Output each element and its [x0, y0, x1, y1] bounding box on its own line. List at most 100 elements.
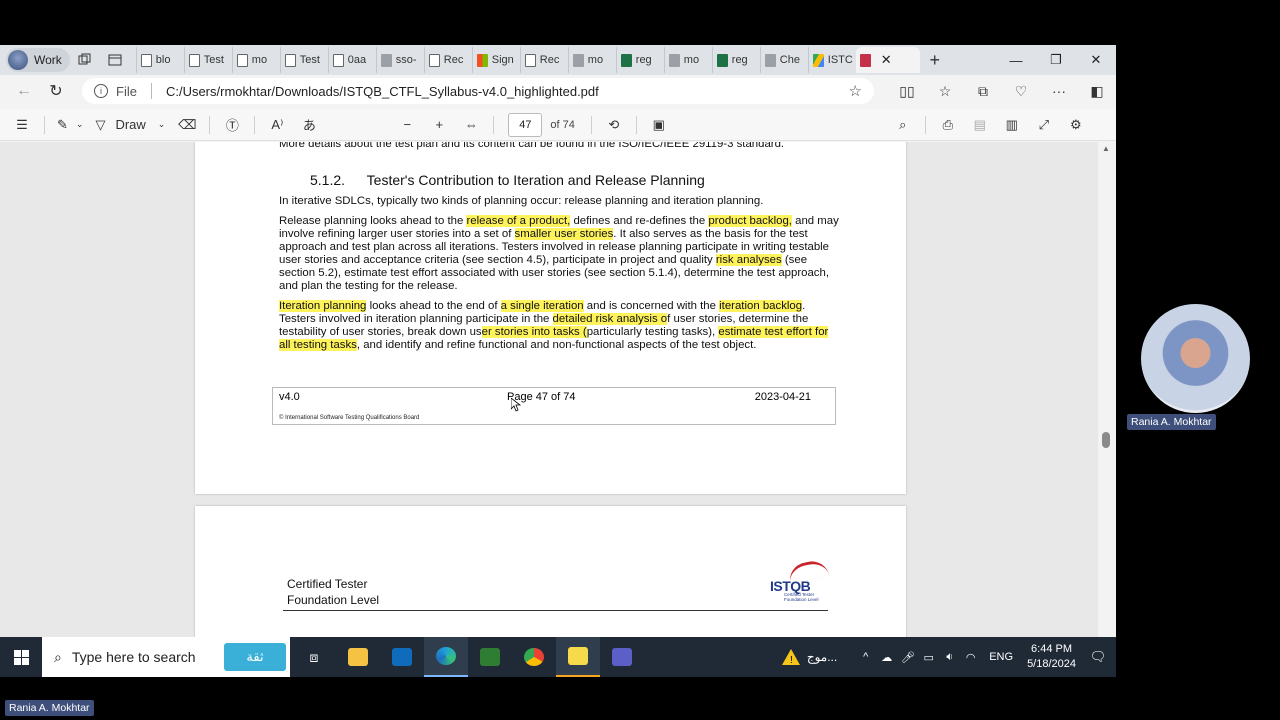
- page-number-input[interactable]: 47: [508, 112, 543, 137]
- tab-item[interactable]: blo: [135, 47, 184, 73]
- info-icon[interactable]: i: [94, 84, 108, 98]
- close-tab-icon[interactable]: ✕: [881, 52, 892, 68]
- save-icon[interactable]: ▤: [964, 111, 996, 139]
- back-arrow-icon[interactable]: ←: [8, 77, 40, 105]
- tab-item[interactable]: ISTC: [807, 47, 856, 73]
- url-text[interactable]: C:/Users/rmokhtar/Downloads/ISTQB_CTFL_S…: [166, 84, 599, 99]
- tab-item[interactable]: Rec: [519, 47, 568, 73]
- tab-favicon-icon: [716, 53, 728, 67]
- collections-icon[interactable]: ⧉: [964, 77, 1002, 105]
- battery-icon[interactable]: ▭: [918, 651, 939, 664]
- volume-icon[interactable]: 🔉︎: [939, 651, 960, 664]
- tab-item[interactable]: reg: [615, 47, 664, 73]
- edge-icon[interactable]: [424, 637, 468, 677]
- address-field[interactable]: i File C:/Users/rmokhtar/Downloads/ISTQB…: [82, 78, 874, 104]
- windows-logo-icon: [13, 649, 29, 665]
- workspaces-icon[interactable]: [70, 48, 100, 72]
- tab-active-pdf[interactable]: ✕: [855, 47, 920, 73]
- tab-favicon-icon: [236, 53, 248, 67]
- restore-button[interactable]: ❐: [1036, 45, 1076, 75]
- page-view-icon[interactable]: ▣: [643, 111, 675, 139]
- sidebar-toggle-icon[interactable]: ◧: [1078, 77, 1116, 105]
- refresh-icon[interactable]: ↻: [40, 77, 72, 105]
- search-icon[interactable]: ⌕: [887, 111, 919, 139]
- microphone-icon[interactable]: 🎤︎: [897, 651, 918, 664]
- tab-item[interactable]: mo: [231, 47, 280, 73]
- tab-item[interactable]: sso-: [375, 47, 424, 73]
- tab-favicon-icon: [332, 53, 344, 67]
- tab-title: 0aa: [347, 54, 367, 66]
- favorites-icon[interactable]: ☆: [926, 77, 964, 105]
- highlight-icon[interactable]: ✎ ⌄: [51, 111, 89, 139]
- weather-warning-icon[interactable]: !: [781, 648, 801, 666]
- rotate-icon[interactable]: ⟲: [598, 111, 630, 139]
- browser-essentials-icon[interactable]: ♡: [1002, 77, 1040, 105]
- chrome-icon[interactable]: [512, 637, 556, 677]
- search-highlight-badge[interactable]: ثقة: [224, 643, 286, 671]
- file-explorer-icon[interactable]: [336, 637, 380, 677]
- new-tab-button[interactable]: +: [920, 50, 950, 71]
- draw-button[interactable]: ▽ Draw ⌄: [89, 111, 171, 139]
- tab-item[interactable]: Che: [759, 47, 808, 73]
- notifications-icon[interactable]: 🗨︎: [1086, 649, 1110, 665]
- teams-icon[interactable]: [600, 637, 644, 677]
- tab-item[interactable]: mo: [567, 47, 616, 73]
- mouse-cursor-icon: [511, 398, 521, 412]
- tab-item[interactable]: 0aa: [327, 47, 376, 73]
- print-icon[interactable]: ⎙: [932, 111, 964, 139]
- read-aloud-icon[interactable]: A⁾: [261, 111, 293, 139]
- highlight: a single iteration: [500, 300, 584, 312]
- browser-actions: ▯▯ ☆ ⧉ ♡ ··· ◧: [888, 77, 1116, 105]
- outlook-icon[interactable]: [380, 637, 424, 677]
- scrollbar-thumb[interactable]: [1102, 432, 1110, 448]
- screen: Work blo Test mo Test 0aa sso- Rec Sign Rec mo reg…: [0, 0, 1280, 720]
- pdf-viewport[interactable]: More details about the test plan and its…: [0, 142, 1098, 677]
- toolbar-divider: [493, 115, 495, 134]
- tab-item[interactable]: Test: [279, 47, 328, 73]
- fit-to-page-icon[interactable]: ⇔: [455, 111, 487, 139]
- zoom-in-button[interactable]: +: [423, 111, 455, 139]
- settings-gear-icon[interactable]: ⚙: [1060, 111, 1092, 139]
- more-menu-icon[interactable]: ···: [1040, 77, 1078, 105]
- header-line-1: Certified Tester: [287, 577, 368, 591]
- snipping-tool-icon[interactable]: [468, 637, 512, 677]
- zoom-out-button[interactable]: −: [391, 111, 423, 139]
- tab-favicon-icon: [524, 53, 536, 67]
- save-as-icon[interactable]: ▥: [996, 111, 1028, 139]
- profile-button[interactable]: Work: [6, 48, 70, 72]
- translate-icon[interactable]: あ: [293, 111, 325, 139]
- language-indicator[interactable]: ENG: [989, 651, 1013, 663]
- section-title: Tester's Contribution to Iteration and R…: [366, 172, 705, 188]
- start-button[interactable]: [0, 637, 42, 677]
- contents-icon[interactable]: ☰: [6, 111, 38, 139]
- eraser-icon[interactable]: ⌫: [171, 111, 203, 139]
- clock-time: 6:44 PM: [1031, 643, 1073, 655]
- scroll-up-icon[interactable]: ▲: [1102, 144, 1110, 153]
- tab-actions-icon[interactable]: [100, 48, 130, 72]
- wifi-icon[interactable]: ◠: [960, 651, 981, 664]
- tab-item[interactable]: Test: [183, 47, 232, 73]
- onedrive-icon[interactable]: ☁: [876, 651, 897, 664]
- close-window-button[interactable]: ✕: [1076, 45, 1116, 75]
- draw-pen-icon: ▽: [95, 116, 106, 132]
- toolbar-divider: [209, 115, 211, 134]
- tab-item[interactable]: mo: [663, 47, 712, 73]
- draw-label: Draw: [115, 117, 146, 132]
- favorite-star-icon[interactable]: ☆: [849, 82, 862, 100]
- split-screen-icon[interactable]: ▯▯: [888, 77, 926, 105]
- tab-item[interactable]: reg: [711, 47, 760, 73]
- task-view-icon[interactable]: ⧈: [292, 637, 336, 677]
- taskbar-search[interactable]: ⌕ Type here to search ثقة: [42, 637, 290, 677]
- clock[interactable]: 6:44 PM 5/18/2024: [1027, 642, 1076, 672]
- vertical-scrollbar[interactable]: ▲ ▼: [1098, 142, 1116, 677]
- pdf-icon: [859, 53, 871, 67]
- weather-text[interactable]: موج...: [807, 650, 837, 664]
- tab-favicon-icon: [140, 53, 152, 67]
- tab-item[interactable]: Sign: [471, 47, 520, 73]
- minimize-button[interactable]: —: [996, 45, 1036, 75]
- fullscreen-icon[interactable]: ⤢: [1028, 111, 1060, 139]
- add-text-icon[interactable]: Ⓣ: [216, 111, 248, 139]
- sticky-notes-icon[interactable]: [556, 637, 600, 677]
- show-hidden-icons-icon[interactable]: ^: [855, 651, 876, 663]
- tab-item[interactable]: Rec: [423, 47, 472, 73]
